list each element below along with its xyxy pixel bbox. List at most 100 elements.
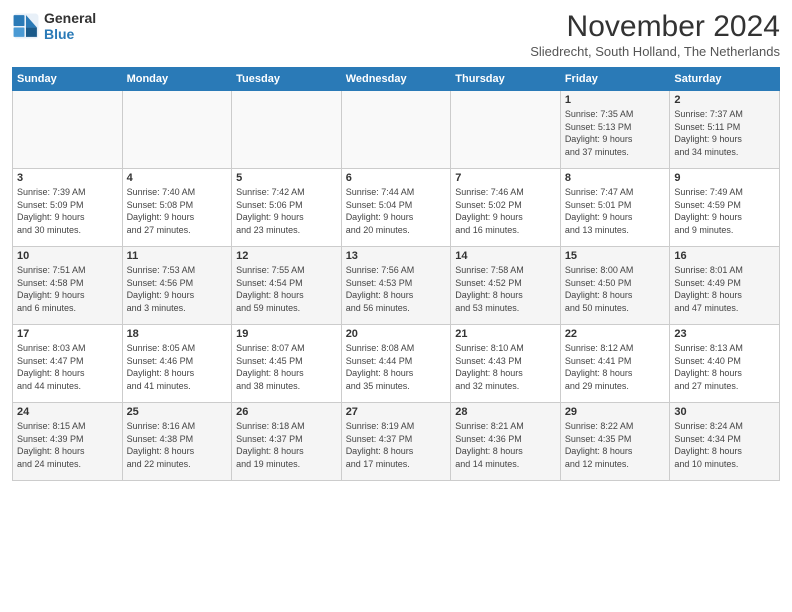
day-info: Sunrise: 8:03 AM Sunset: 4:47 PM Dayligh… (17, 342, 118, 392)
calendar-cell: 9 Sunrise: 7:49 AM Sunset: 4:59 PM Daylig… (670, 169, 780, 247)
day-info: Sunrise: 7:56 AM Sunset: 4:53 PM Dayligh… (346, 264, 447, 314)
day-info: Sunrise: 7:42 AM Sunset: 5:06 PM Dayligh… (236, 186, 337, 236)
calendar-cell: 14Sunrise: 7:58 AM Sunset: 4:52 PM Dayli… (451, 247, 561, 325)
day-info: Sunrise: 8:00 AM Sunset: 4:50 PM Dayligh… (565, 264, 666, 314)
calendar-cell: 23 Sunrise: 8:13 AM Sunset: 4:40 PM Dayli… (670, 325, 780, 403)
week-row-5: 24Sunrise: 8:15 AM Sunset: 4:39 PM Dayli… (13, 403, 780, 481)
day-number: 16 (674, 250, 775, 262)
calendar-cell: 22 Sunrise: 8:12 AM Sunset: 4:41 PM Dayli… (560, 325, 670, 403)
day-info: Sunrise: 8:01 AM Sunset: 4:49 PM Dayligh… (674, 264, 775, 314)
calendar-cell: 20 Sunrise: 8:08 AM Sunset: 4:44 PM Dayli… (341, 325, 451, 403)
calendar-cell: 21Sunrise: 8:10 AM Sunset: 4:43 PM Dayli… (451, 325, 561, 403)
weekday-header-wednesday: Wednesday (341, 68, 451, 91)
day-info: Sunrise: 8:08 AM Sunset: 4:44 PM Dayligh… (346, 342, 447, 392)
day-info: Sunrise: 8:18 AM Sunset: 4:37 PM Dayligh… (236, 420, 337, 470)
day-number: 30 (674, 406, 775, 418)
calendar-cell: 6Sunrise: 7:44 AM Sunset: 5:04 PM Daylig… (341, 169, 451, 247)
day-info: Sunrise: 8:21 AM Sunset: 4:36 PM Dayligh… (455, 420, 556, 470)
day-number: 8 (565, 172, 666, 184)
week-row-4: 17Sunrise: 8:03 AM Sunset: 4:47 PM Dayli… (13, 325, 780, 403)
day-number: 20 (346, 328, 447, 340)
calendar-cell: 24Sunrise: 8:15 AM Sunset: 4:39 PM Dayli… (13, 403, 123, 481)
calendar-cell: 5 Sunrise: 7:42 AM Sunset: 5:06 PM Daylig… (232, 169, 342, 247)
day-info: Sunrise: 7:37 AM Sunset: 5:11 PM Dayligh… (674, 108, 775, 158)
calendar-cell: 12 Sunrise: 7:55 AM Sunset: 4:54 PM Dayli… (232, 247, 342, 325)
calendar-cell: 8Sunrise: 7:47 AM Sunset: 5:01 PM Daylig… (560, 169, 670, 247)
header: General Blue November 2024 Sliedrecht, S… (12, 10, 780, 59)
day-number: 9 (674, 172, 775, 184)
day-info: Sunrise: 7:40 AM Sunset: 5:08 PM Dayligh… (127, 186, 228, 236)
calendar-cell: 29Sunrise: 8:22 AM Sunset: 4:35 PM Dayli… (560, 403, 670, 481)
day-number: 22 (565, 328, 666, 340)
day-info: Sunrise: 7:53 AM Sunset: 4:56 PM Dayligh… (127, 264, 228, 314)
logo: General Blue (12, 10, 96, 42)
day-number: 11 (127, 250, 228, 262)
logo-general-text: General (44, 10, 96, 26)
day-number: 12 (236, 250, 337, 262)
day-number: 13 (346, 250, 447, 262)
calendar-cell: 1 Sunrise: 7:35 AM Sunset: 5:13 PM Daylig… (560, 91, 670, 169)
day-number: 1 (565, 94, 666, 106)
logo-icon (12, 12, 40, 40)
calendar-cell: 2 Sunrise: 7:37 AM Sunset: 5:11 PM Daylig… (670, 91, 780, 169)
weekday-header-monday: Monday (122, 68, 232, 91)
day-info: Sunrise: 7:55 AM Sunset: 4:54 PM Dayligh… (236, 264, 337, 314)
day-info: Sunrise: 7:35 AM Sunset: 5:13 PM Dayligh… (565, 108, 666, 158)
calendar-cell: 16 Sunrise: 8:01 AM Sunset: 4:49 PM Dayli… (670, 247, 780, 325)
day-number: 6 (346, 172, 447, 184)
calendar-cell: 7Sunrise: 7:46 AM Sunset: 5:02 PM Daylig… (451, 169, 561, 247)
weekday-header-row: SundayMondayTuesdayWednesdayThursdayFrid… (13, 68, 780, 91)
day-info: Sunrise: 8:24 AM Sunset: 4:34 PM Dayligh… (674, 420, 775, 470)
day-number: 27 (346, 406, 447, 418)
day-number: 25 (127, 406, 228, 418)
calendar-cell: 17Sunrise: 8:03 AM Sunset: 4:47 PM Dayli… (13, 325, 123, 403)
day-info: Sunrise: 7:49 AM Sunset: 4:59 PM Dayligh… (674, 186, 775, 236)
title-block: November 2024 Sliedrecht, South Holland,… (530, 10, 780, 59)
calendar-cell: 13 Sunrise: 7:56 AM Sunset: 4:53 PM Dayli… (341, 247, 451, 325)
calendar-table: SundayMondayTuesdayWednesdayThursdayFrid… (12, 67, 780, 481)
day-number: 3 (17, 172, 118, 184)
day-number: 4 (127, 172, 228, 184)
week-row-2: 3 Sunrise: 7:39 AM Sunset: 5:09 PM Daylig… (13, 169, 780, 247)
month-title: November 2024 (530, 10, 780, 44)
day-info: Sunrise: 8:13 AM Sunset: 4:40 PM Dayligh… (674, 342, 775, 392)
weekday-header-sunday: Sunday (13, 68, 123, 91)
day-number: 28 (455, 406, 556, 418)
day-number: 5 (236, 172, 337, 184)
day-number: 10 (17, 250, 118, 262)
calendar-cell: 30 Sunrise: 8:24 AM Sunset: 4:34 PM Dayli… (670, 403, 780, 481)
day-number: 2 (674, 94, 775, 106)
calendar-cell: 28 Sunrise: 8:21 AM Sunset: 4:36 PM Dayli… (451, 403, 561, 481)
week-row-1: 1 Sunrise: 7:35 AM Sunset: 5:13 PM Daylig… (13, 91, 780, 169)
week-row-3: 10 Sunrise: 7:51 AM Sunset: 4:58 PM Dayli… (13, 247, 780, 325)
day-number: 21 (455, 328, 556, 340)
weekday-header-friday: Friday (560, 68, 670, 91)
calendar-cell (451, 91, 561, 169)
calendar-cell (341, 91, 451, 169)
calendar-cell (232, 91, 342, 169)
calendar-page: General Blue November 2024 Sliedrecht, S… (0, 0, 792, 612)
calendar-cell (13, 91, 123, 169)
day-info: Sunrise: 7:39 AM Sunset: 5:09 PM Dayligh… (17, 186, 118, 236)
logo-text: General Blue (44, 10, 96, 42)
day-info: Sunrise: 8:22 AM Sunset: 4:35 PM Dayligh… (565, 420, 666, 470)
calendar-cell: 10 Sunrise: 7:51 AM Sunset: 4:58 PM Dayli… (13, 247, 123, 325)
calendar-cell (122, 91, 232, 169)
day-number: 19 (236, 328, 337, 340)
day-number: 18 (127, 328, 228, 340)
calendar-cell: 4 Sunrise: 7:40 AM Sunset: 5:08 PM Daylig… (122, 169, 232, 247)
calendar-cell: 25 Sunrise: 8:16 AM Sunset: 4:38 PM Dayli… (122, 403, 232, 481)
calendar-cell: 11 Sunrise: 7:53 AM Sunset: 4:56 PM Dayli… (122, 247, 232, 325)
day-info: Sunrise: 8:12 AM Sunset: 4:41 PM Dayligh… (565, 342, 666, 392)
day-number: 23 (674, 328, 775, 340)
day-number: 14 (455, 250, 556, 262)
calendar-cell: 27Sunrise: 8:19 AM Sunset: 4:37 PM Dayli… (341, 403, 451, 481)
calendar-cell: 18Sunrise: 8:05 AM Sunset: 4:46 PM Dayli… (122, 325, 232, 403)
weekday-header-tuesday: Tuesday (232, 68, 342, 91)
day-number: 15 (565, 250, 666, 262)
day-info: Sunrise: 7:51 AM Sunset: 4:58 PM Dayligh… (17, 264, 118, 314)
weekday-header-thursday: Thursday (451, 68, 561, 91)
day-number: 24 (17, 406, 118, 418)
day-info: Sunrise: 8:16 AM Sunset: 4:38 PM Dayligh… (127, 420, 228, 470)
day-number: 26 (236, 406, 337, 418)
